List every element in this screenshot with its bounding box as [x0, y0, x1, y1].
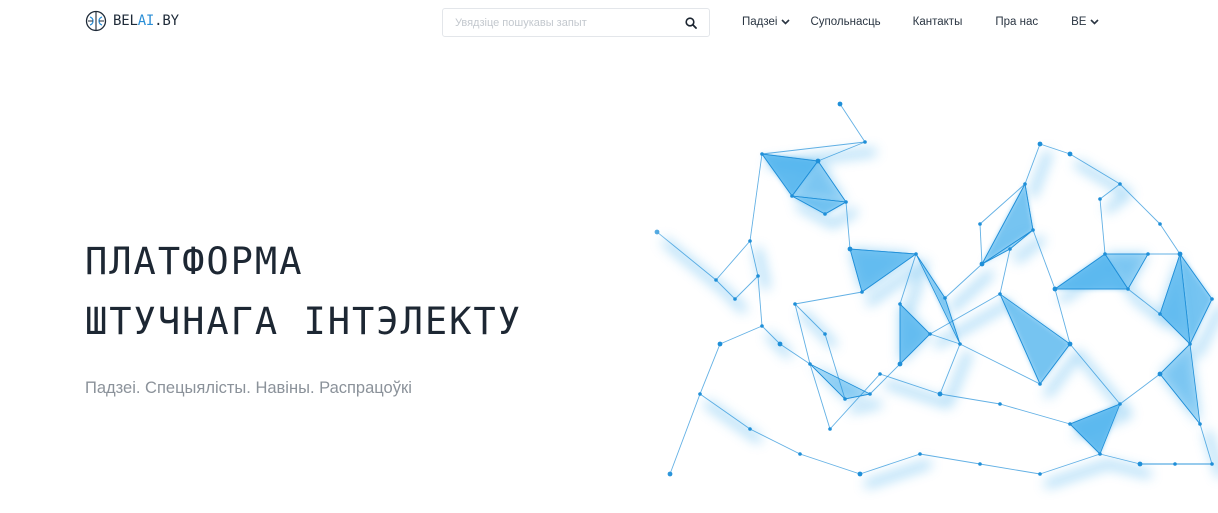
brain-icon — [85, 10, 107, 32]
search-button[interactable] — [673, 9, 709, 36]
chevron-down-icon — [1090, 19, 1100, 25]
chevron-down-icon — [781, 19, 791, 25]
search-input[interactable] — [443, 9, 673, 36]
nav-item-about-label: Пра нас — [995, 16, 1039, 28]
site-header: BELAI.BY Падзеі Супольнасць Кантакты Пра… — [0, 0, 1218, 44]
nav-item-about[interactable]: Пра нас — [995, 16, 1038, 28]
logo-text: BELAI.BY — [113, 13, 179, 29]
nav-item-contacts[interactable]: Кантакты — [913, 16, 963, 28]
hero-subtitle: Падзеі. Спецыялісты. Навіны. Распрацоўкі — [85, 379, 412, 397]
search-box — [442, 8, 710, 37]
language-selector-label: BE — [1071, 16, 1087, 28]
hero-title-line-2: ШТУЧНАГА ІНТЭЛЕКТУ — [85, 300, 522, 343]
network-illustration — [600, 44, 1218, 513]
language-selector[interactable]: BE — [1071, 16, 1100, 28]
hero-title: ПЛАТФОРМА ШТУЧНАГА ІНТЭЛЕКТУ — [85, 232, 522, 352]
hero-title-line-1: ПЛАТФОРМА — [85, 240, 304, 283]
nav-item-events[interactable]: Падзеі — [742, 16, 791, 28]
nav-item-community[interactable]: Супольнасць — [810, 16, 880, 28]
nav-item-events-label: Падзеі — [742, 16, 778, 28]
nav-item-community-label: Супольнасць — [810, 16, 881, 28]
main-nav: Падзеі Супольнасць Кантакты Пра нас BE — [742, 0, 1100, 44]
logo-link[interactable]: BELAI.BY — [85, 9, 179, 33]
search-icon — [685, 16, 697, 29]
nav-item-contacts-label: Кантакты — [912, 16, 963, 28]
